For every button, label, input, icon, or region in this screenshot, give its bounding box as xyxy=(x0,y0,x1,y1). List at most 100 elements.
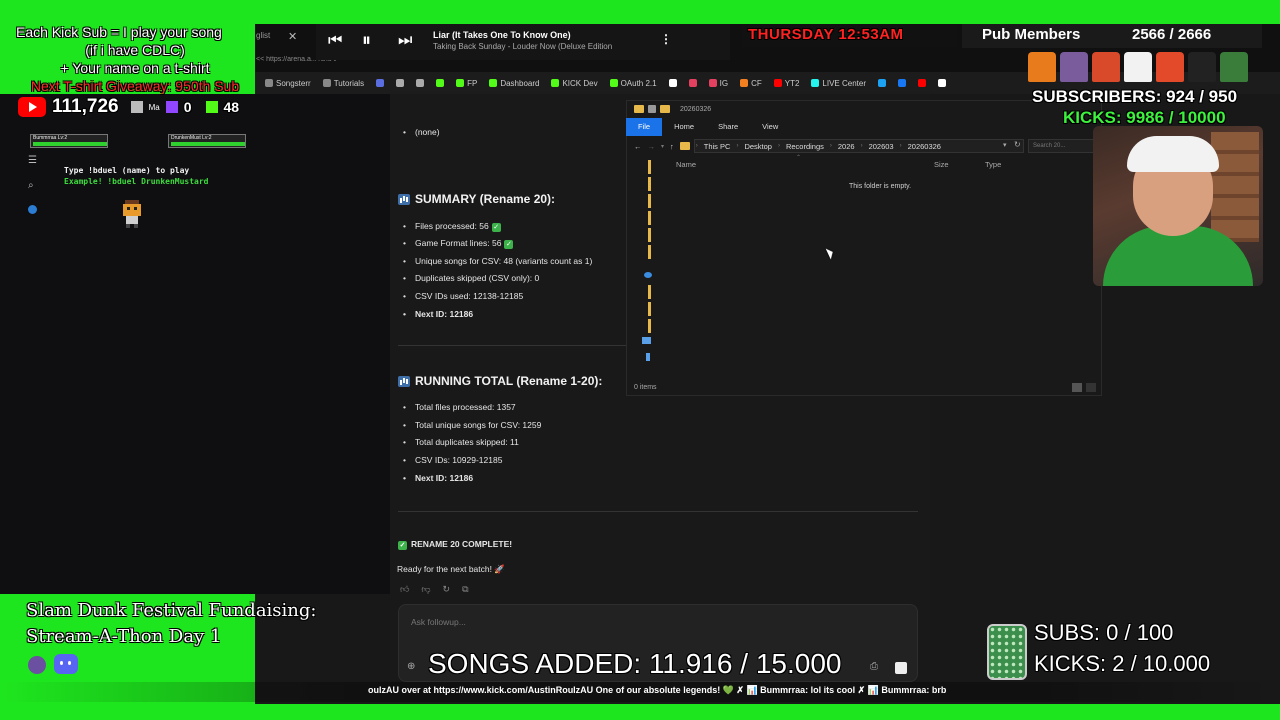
list-icon[interactable]: ☰ xyxy=(28,155,37,166)
stop-button[interactable] xyxy=(895,662,907,674)
refresh-icon[interactable]: ↻ xyxy=(1014,140,1021,149)
up-arrow-icon[interactable]: ↑ xyxy=(670,142,674,151)
cdlc-note: (if i have CDLC) xyxy=(85,42,185,58)
breadcrumb-item[interactable]: 202603 xyxy=(869,142,894,151)
recent-chevron-icon[interactable]: ▾ xyxy=(661,143,664,150)
bookmark-label: IG xyxy=(719,78,729,88)
save-icon[interactable] xyxy=(648,105,656,113)
retry-icon[interactable]: ↻ xyxy=(443,584,451,595)
details-view-icon[interactable] xyxy=(1072,383,1082,392)
next-track-icon[interactable]: ⏭ xyxy=(398,32,412,50)
ribbon-tab-share[interactable]: Share xyxy=(706,118,750,136)
summary-item: Duplicates skipped (CSV only): 0 xyxy=(403,273,539,283)
bookmark-item[interactable]: Dashboard xyxy=(489,79,539,88)
streamer-hat xyxy=(1127,136,1219,172)
summary-item: CSV IDs used: 12138-12185 xyxy=(403,291,523,301)
ribbon-tab-file[interactable]: File xyxy=(626,118,663,136)
this-pc-icon[interactable] xyxy=(642,337,651,344)
bookmark-item[interactable] xyxy=(376,79,385,87)
search-icon[interactable]: ⌕ xyxy=(28,180,37,191)
bookmark-favicon-icon xyxy=(416,79,425,87)
explorer-search-input[interactable]: Search 20... xyxy=(1028,139,1096,153)
browser-tab-title[interactable]: glist xyxy=(256,31,270,40)
onedrive-icon[interactable] xyxy=(644,272,652,278)
breadcrumb-item[interactable]: 20260326 xyxy=(908,142,941,151)
bookmark-favicon-icon xyxy=(937,79,946,87)
bookmark-item[interactable]: FP xyxy=(456,79,477,88)
forward-arrow-icon[interactable]: → xyxy=(648,142,656,151)
bookmark-favicon-icon xyxy=(877,79,886,87)
breadcrumb-item[interactable]: Recordings xyxy=(786,142,824,151)
ribbon-tab-home[interactable]: Home xyxy=(662,118,706,136)
column-size[interactable]: Size xyxy=(934,160,949,169)
fundraiser-title: Slam Dunk Festival Fundaising: Stream-A-… xyxy=(26,598,316,650)
tshirt-icon xyxy=(1188,52,1216,82)
bookmark-item[interactable]: LIVE Center xyxy=(811,79,866,88)
back-arrow-icon[interactable]: ← xyxy=(634,142,642,151)
bookmark-item[interactable]: Tutorials xyxy=(322,79,364,88)
bookmark-favicon-icon xyxy=(688,79,697,87)
divider xyxy=(398,511,918,512)
bookmark-item[interactable]: OAuth 2.1 xyxy=(609,79,657,88)
track-title: Liar (It Takes One To Know One) xyxy=(433,30,571,40)
previous-track-icon[interactable]: ⏮ xyxy=(328,32,342,50)
player2-healthbar: DrunkenMust Lv:2 xyxy=(168,134,246,148)
ribbon-tab-view[interactable]: View xyxy=(750,118,790,136)
bookmark-item[interactable] xyxy=(416,79,425,87)
bookmark-label: FP xyxy=(467,78,478,88)
tshirt-icon xyxy=(1156,52,1184,82)
bookmark-item[interactable] xyxy=(897,79,906,87)
bookmark-item[interactable] xyxy=(917,79,926,87)
bookmark-item[interactable]: IG xyxy=(708,78,729,88)
pause-icon[interactable]: ⏸ xyxy=(362,30,371,51)
bookmark-item[interactable] xyxy=(396,79,405,87)
bookmark-label: Songsterr xyxy=(276,78,311,88)
bookmark-item[interactable] xyxy=(688,79,697,87)
breadcrumb-item[interactable]: Desktop xyxy=(744,142,772,151)
drive-icon[interactable] xyxy=(646,353,650,361)
paw-icon xyxy=(28,656,46,674)
thumbs-up-icon[interactable]: 👍︎ xyxy=(400,584,409,595)
explorer-titlebar: 20260326 xyxy=(626,100,1102,118)
player1-name: Bummrraa Lv:2 xyxy=(33,135,68,141)
songs-added-counter: SONGS ADDED: 11.916 / 15.000 xyxy=(428,648,842,679)
sidebar-icons: ☰ ⌕ xyxy=(28,155,37,214)
complete-message: ✓ RENAME 20 COMPLETE! xyxy=(398,539,513,550)
platform-stats: 111,726 Ma 0 48 xyxy=(18,96,239,118)
tshirt-icon xyxy=(1028,52,1056,82)
tshirt-giveaway: Next T-shirt Giveaway: 950th Sub xyxy=(30,78,240,94)
bookmark-item[interactable]: CF xyxy=(740,79,762,88)
bookmark-item[interactable] xyxy=(877,79,886,87)
summary-heading-text: SUMMARY (Rename 20): xyxy=(415,192,556,206)
breadcrumb-item[interactable]: This PC xyxy=(704,142,731,151)
twitch-icon xyxy=(165,101,178,113)
attach-icon[interactable]: ⎙ xyxy=(870,661,878,672)
bookmark-item[interactable]: KICK Dev xyxy=(551,79,598,88)
bookmark-favicon-icon xyxy=(551,79,560,87)
info-icon[interactable] xyxy=(28,205,37,214)
column-name[interactable]: Name xyxy=(676,160,696,169)
sort-chevron-icon: ⌃ xyxy=(796,155,802,161)
breadcrumb-item[interactable]: 2026 xyxy=(838,142,855,151)
bookmark-item[interactable] xyxy=(436,79,445,87)
tshirt-icon xyxy=(1060,52,1088,82)
bookmark-item[interactable]: Songsterr xyxy=(265,79,311,88)
tshirt-icon xyxy=(1220,52,1248,82)
bookmark-item[interactable] xyxy=(937,79,946,87)
thumbs-down-icon[interactable]: 👎︎ xyxy=(421,584,430,595)
bookmark-favicon-icon xyxy=(396,79,405,87)
tiles-view-icon[interactable] xyxy=(1086,383,1096,392)
more-options-icon[interactable]: ⋮ xyxy=(660,32,672,46)
pub-members-label: Pub Members xyxy=(982,26,1081,43)
bookmark-label: Dashboard xyxy=(500,78,540,88)
globe-icon[interactable]: ⊕ xyxy=(407,661,415,672)
bookmark-item[interactable]: YT2 xyxy=(773,79,799,88)
address-dropdown-icon[interactable]: ▾ xyxy=(1003,141,1007,149)
bookmark-favicon-icon xyxy=(322,79,331,87)
tab-close-icon[interactable]: ✕ xyxy=(288,30,297,43)
folder-icon xyxy=(679,142,690,150)
bookmark-item[interactable] xyxy=(668,79,677,87)
chat-ticker: oulzAU over at https://www.kick.com/Aust… xyxy=(368,685,947,695)
column-type[interactable]: Type xyxy=(985,160,1001,169)
copy-icon[interactable]: ⧉ xyxy=(462,584,468,595)
